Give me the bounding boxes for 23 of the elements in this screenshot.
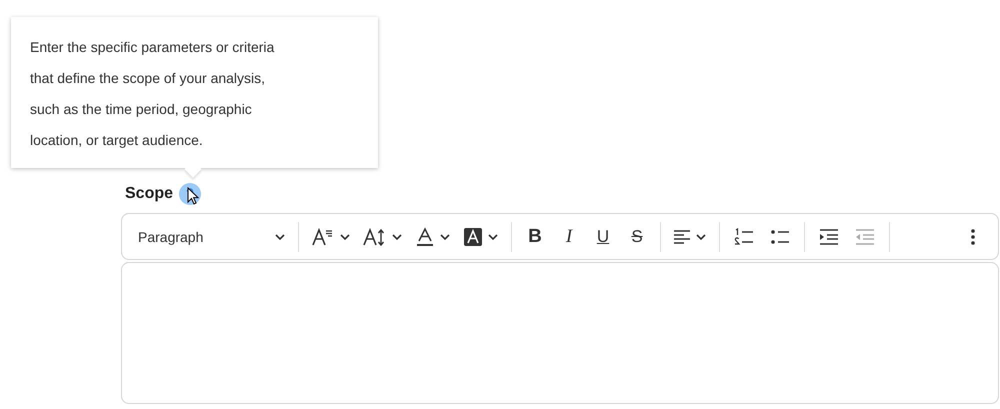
- field-label: Scope: [125, 185, 174, 203]
- caret-icon: [339, 232, 351, 240]
- caret-icon: [695, 232, 707, 240]
- align-left-icon: [673, 228, 691, 244]
- caret-icon: [439, 232, 451, 240]
- cursor-icon: [187, 187, 200, 205]
- paragraph-style-select[interactable]: Paragraph: [132, 224, 292, 248]
- highlight-color-icon: [463, 226, 483, 246]
- strikethrough-button[interactable]: S: [620, 222, 654, 250]
- tooltip-text: Enter the specific parameters or criteria that define the scope of your analysis, such as the time period, geographic location, or target audience.: [30, 38, 276, 150]
- indent-icon[interactable]: [819, 228, 839, 246]
- line-height-icon: [363, 226, 387, 246]
- caret-icon: [391, 232, 403, 240]
- more-options-icon[interactable]: [970, 228, 976, 246]
- numbered-list-icon[interactable]: [734, 228, 754, 246]
- italic-button[interactable]: I: [552, 222, 586, 252]
- bulleted-list-icon[interactable]: [770, 228, 790, 246]
- caret-icon: [274, 232, 286, 240]
- underline-button[interactable]: U: [586, 222, 620, 250]
- caret-icon: [487, 232, 499, 240]
- bold-button[interactable]: B: [518, 222, 552, 252]
- font-color-icon: [415, 226, 435, 246]
- font-size-icon: [311, 226, 335, 246]
